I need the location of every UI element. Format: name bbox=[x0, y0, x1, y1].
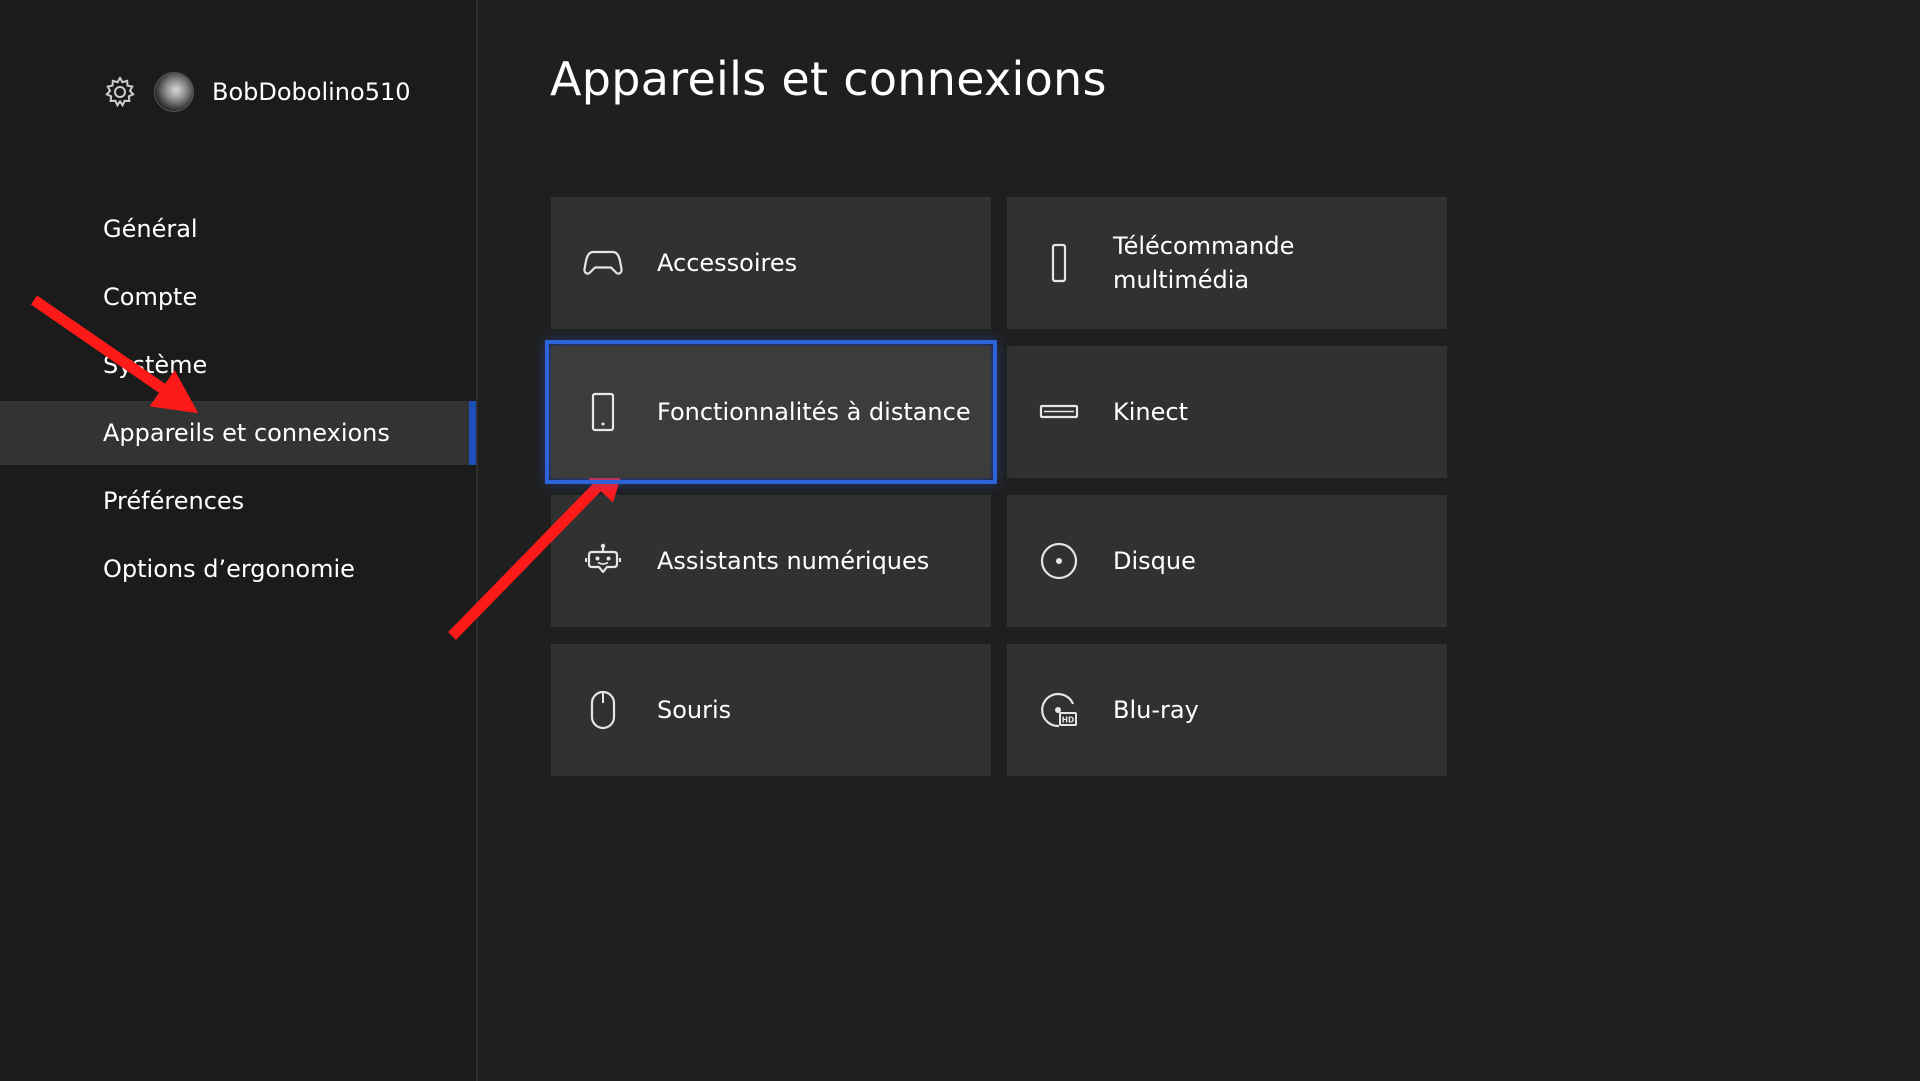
tile-label: Télécommande multimédia bbox=[1113, 232, 1295, 294]
sidebar-item-account[interactable]: Compte bbox=[0, 265, 476, 329]
remote-icon bbox=[1039, 243, 1079, 283]
sidebar-item-general[interactable]: Général bbox=[0, 197, 476, 261]
sidebar-item-label: Système bbox=[103, 351, 208, 379]
sidebar-item-label: Appareils et connexions bbox=[103, 419, 390, 447]
sidebar-item-label: Préférences bbox=[103, 487, 245, 515]
tile-disc[interactable]: Disque bbox=[1007, 495, 1447, 627]
tile-mouse[interactable]: Souris bbox=[551, 644, 991, 776]
sidebar-item-label: Compte bbox=[103, 283, 198, 311]
username: BobDobolino510 bbox=[212, 78, 411, 106]
sidebar-item-label: Général bbox=[103, 215, 198, 243]
sidebar-item-accessibility[interactable]: Options d’ergonomie bbox=[0, 537, 476, 601]
gear-icon[interactable] bbox=[100, 72, 140, 112]
settings-grid: Accessoires Télécommande multimédia Fonc… bbox=[545, 197, 1447, 776]
kinect-icon bbox=[1039, 392, 1079, 432]
tile-label: Souris bbox=[657, 696, 732, 724]
tile-label: Assistants numériques bbox=[657, 547, 930, 575]
phone-icon bbox=[583, 392, 623, 432]
tile-label: Blu-ray bbox=[1113, 696, 1199, 724]
sidebar-nav: Général Compte Système Appareils et conn… bbox=[0, 197, 476, 605]
profile-header: BobDobolino510 bbox=[100, 70, 411, 114]
assistant-icon bbox=[583, 541, 623, 581]
sidebar-item-devices-connections[interactable]: Appareils et connexions bbox=[0, 401, 476, 465]
tile-media-remote[interactable]: Télécommande multimédia bbox=[1007, 197, 1447, 329]
bluray-icon: HD bbox=[1039, 690, 1079, 730]
tile-label: Fonctionnalités à distance bbox=[657, 398, 971, 426]
tile-label: Disque bbox=[1113, 547, 1196, 575]
mouse-icon bbox=[583, 690, 623, 730]
tile-label: Accessoires bbox=[657, 249, 798, 277]
page-title: Appareils et connexions bbox=[550, 52, 1107, 106]
disc-icon bbox=[1039, 541, 1079, 581]
svg-text:HD: HD bbox=[1062, 716, 1075, 725]
sidebar-item-preferences[interactable]: Préférences bbox=[0, 469, 476, 533]
avatar[interactable] bbox=[154, 72, 194, 112]
tile-digital-assistants[interactable]: Assistants numériques bbox=[551, 495, 991, 627]
sidebar: BobDobolino510 Général Compte Système Ap… bbox=[0, 0, 478, 1081]
tile-accessories[interactable]: Accessoires bbox=[551, 197, 991, 329]
sidebar-item-system[interactable]: Système bbox=[0, 333, 476, 397]
settings-screen: BobDobolino510 Général Compte Système Ap… bbox=[0, 0, 1920, 1081]
sidebar-item-label: Options d’ergonomie bbox=[103, 555, 355, 583]
controller-icon bbox=[583, 243, 623, 283]
tile-bluray[interactable]: HD Blu-ray bbox=[1007, 644, 1447, 776]
tile-label: Kinect bbox=[1113, 398, 1188, 426]
tile-remote-features[interactable]: Fonctionnalités à distance bbox=[545, 340, 997, 484]
tile-kinect[interactable]: Kinect bbox=[1007, 346, 1447, 478]
